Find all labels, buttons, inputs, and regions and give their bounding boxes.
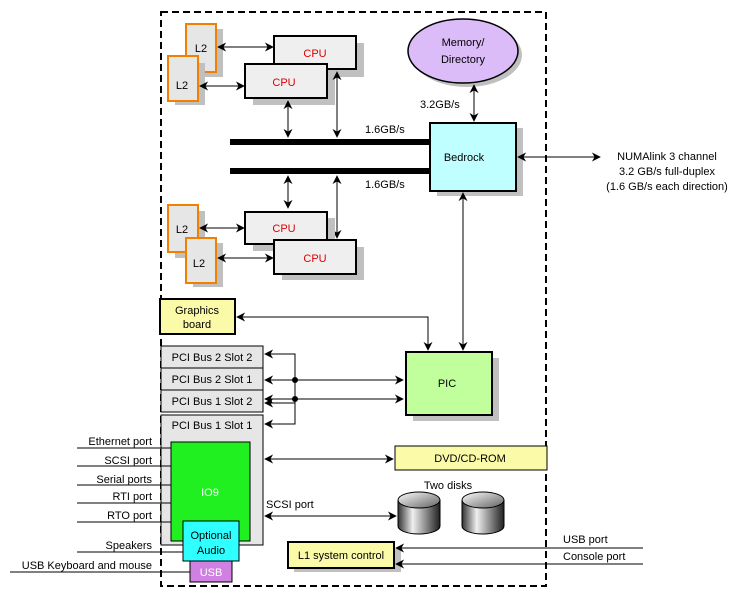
- port-label-right: USB port: [563, 534, 608, 546]
- disk-2: [461, 491, 505, 535]
- graphics-label: board: [183, 319, 211, 331]
- l2-label: L2: [176, 224, 188, 236]
- cpu-label: CPU: [303, 253, 326, 265]
- audio-label: Optional: [191, 530, 232, 542]
- l2-label: L2: [195, 43, 207, 55]
- port-label-left: USB Keyboard and mouse: [22, 560, 152, 572]
- port-label-left: Speakers: [106, 540, 153, 552]
- pic-bridge: PIC: [405, 351, 499, 421]
- port-label-left: Serial ports: [96, 474, 152, 486]
- numalink-label: (1.6 GB/s each direction): [606, 181, 728, 193]
- graphics-label: Graphics: [175, 305, 220, 317]
- usb-label: USB: [200, 567, 223, 579]
- memory-label: Directory: [441, 54, 486, 66]
- dvd-cdrom: DVD/CD-ROM: [394, 445, 548, 471]
- disks-label: Two disks: [424, 480, 473, 492]
- io9-label: IO9: [201, 487, 219, 499]
- pci-slot-label: PCI Bus 2 Slot 2: [172, 352, 253, 364]
- audio-label: Audio: [197, 545, 225, 557]
- scsi-internal-label: SCSI port: [266, 499, 314, 511]
- numalink-label: 3.2 GB/s full-duplex: [619, 166, 715, 178]
- pic-label: PIC: [438, 378, 456, 390]
- port-label-left: RTI port: [112, 491, 152, 503]
- usb-controller: USB: [189, 560, 233, 583]
- l2-label: L2: [193, 258, 205, 270]
- optional-audio: Optional Audio: [182, 520, 240, 562]
- l2-cache-bottom-2: L2: [185, 237, 223, 287]
- cpu-label: CPU: [272, 223, 295, 235]
- cpu-label: CPU: [303, 48, 326, 60]
- l2-label: L2: [176, 80, 188, 92]
- port-label-left: Ethernet port: [88, 436, 152, 448]
- dvd-label: DVD/CD-ROM: [434, 453, 506, 465]
- cpu-label: CPU: [272, 77, 295, 89]
- pci-pic-links: [264, 349, 404, 429]
- pci-slot-label: PCI Bus 1 Slot 2: [172, 396, 253, 408]
- system-bus-top: [230, 139, 430, 145]
- pic-graphics-link: [236, 312, 433, 351]
- disk-1: [397, 491, 441, 535]
- graphics-board: Graphics board: [159, 298, 236, 335]
- memory-label: Memory/: [442, 37, 486, 49]
- pci-slot-label: PCI Bus 2 Slot 1: [172, 374, 253, 386]
- memory-directory: Memory/ Directory: [407, 18, 522, 87]
- cpu-bottom-2: CPU: [273, 239, 364, 280]
- bedrock-hub: Bedrock: [429, 122, 523, 196]
- memory-bandwidth-label: 3.2GB/s: [420, 99, 460, 111]
- bus-bottom-bandwidth-label: 1.6GB/s: [365, 179, 405, 191]
- l1-label: L1 system control: [298, 550, 384, 562]
- l2-cache-top-2: L2: [167, 55, 205, 105]
- cpu-top-2: CPU: [244, 63, 335, 105]
- port-label-right: Console port: [563, 551, 625, 563]
- pci-slot-label: PCI Bus 1 Slot 1: [172, 420, 253, 432]
- l1-system-control: L1 system control: [287, 541, 401, 572]
- bus-top-bandwidth-label: 1.6GB/s: [365, 124, 405, 136]
- port-label-left: SCSI port: [104, 455, 152, 467]
- system-bus-bottom: [230, 168, 430, 174]
- port-label-left: RTO port: [107, 510, 152, 522]
- bedrock-label: Bedrock: [444, 152, 485, 164]
- system-block-diagram: L2 L2 CPU CPU Memory/ Directory 3.2GB/s …: [10, 11, 728, 587]
- numalink-label: NUMAlink 3 channel: [617, 151, 717, 163]
